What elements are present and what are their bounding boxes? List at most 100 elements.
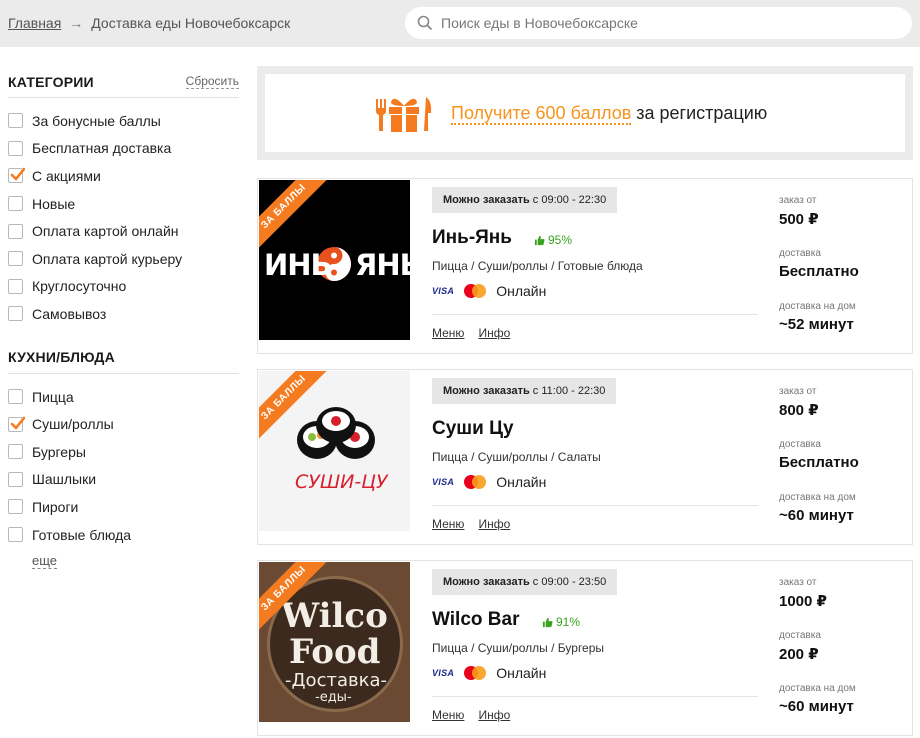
filter-label: Шашлыки: [32, 471, 97, 488]
filter-label: Бургеры: [32, 443, 86, 460]
restaurant-logo[interactable]: ИНЬ ЯНЬ ЗА БАЛЛЫ: [259, 180, 410, 340]
filter-option[interactable]: Бесплатная доставка: [8, 135, 239, 163]
info-link[interactable]: Инфо: [478, 517, 510, 531]
logo-line-1: Wilco: [281, 596, 388, 636]
restaurant-logo[interactable]: Wilco Food -Доставка- -еды- ЗА БАЛЛЫ: [259, 562, 410, 722]
filter-option[interactable]: Новые: [8, 190, 239, 218]
hours-value: с 09:00 - 22:30: [529, 194, 607, 206]
breadcrumb-home-link[interactable]: Главная: [8, 15, 61, 31]
logo-line-2: Food: [289, 632, 381, 672]
filter-option[interactable]: Пироги: [8, 493, 239, 521]
filter-option[interactable]: Готовые блюда: [8, 521, 239, 549]
promo-inner: Получите 600 баллов за регистрацию: [265, 74, 905, 152]
delivery-price: 200 ₽: [779, 646, 819, 663]
filter-option[interactable]: Самовывоз: [8, 300, 239, 328]
filter-label: Оплата картой онлайн: [32, 223, 179, 240]
menu-link[interactable]: Меню: [432, 708, 464, 722]
promo-text: Получите 600 баллов за регистрацию: [451, 102, 767, 125]
cuisines-title: КУХНИ/БЛЮДА: [8, 349, 115, 366]
filter-label: Круглосуточно: [32, 278, 127, 295]
checkbox-checked[interactable]: [8, 416, 25, 432]
delivery-time: ~60 минут: [779, 698, 854, 715]
filter-option[interactable]: Пицца: [8, 383, 239, 411]
delivery-time-label: доставка на дом: [779, 492, 856, 503]
filter-option[interactable]: Суши/роллы: [8, 410, 239, 438]
menu-link[interactable]: Меню: [432, 326, 464, 340]
delivery-time: ~60 минут: [779, 507, 854, 524]
payment-methods: VISA Онлайн: [432, 665, 546, 681]
restaurant-card[interactable]: СУШИ-ЦУ ЗА БАЛЛЫ Можно заказать с 11:00 …: [257, 369, 913, 545]
divider: [432, 505, 758, 506]
filter-label: За бонусные баллы: [32, 112, 161, 129]
info-link[interactable]: Инфо: [478, 708, 510, 722]
order-hours-badge: Можно заказать с 09:00 - 22:30: [432, 187, 618, 213]
cuisine-list: Пицца / Суши/роллы / Бургеры: [432, 641, 605, 655]
cuisine-list: Пицца / Суши/роллы / Готовые блюда: [432, 259, 643, 273]
restaurant-name[interactable]: Суши Цу: [432, 418, 514, 440]
rating-value: 95%: [548, 233, 573, 247]
logo-line-4: -еды-: [315, 690, 352, 705]
cuisines-list: Пицца Суши/роллы Бургеры Шашлыки Пироги Готов…: [8, 374, 239, 549]
checkbox-checked[interactable]: [8, 168, 25, 184]
breadcrumb-arrow: →: [69, 15, 84, 31]
checkbox[interactable]: [8, 196, 23, 212]
delivery-price: Бесплатно: [779, 263, 859, 280]
menu-link[interactable]: Меню: [432, 517, 464, 531]
rating: 91%: [542, 615, 580, 629]
checkbox[interactable]: [8, 389, 23, 405]
filter-option[interactable]: Круглосуточно: [8, 273, 239, 301]
sidebar: КАТЕГОРИИ Сбросить За бонусные баллы Бесп…: [8, 66, 239, 570]
filter-option[interactable]: Шашлыки: [8, 466, 239, 494]
filter-label: Новые: [32, 195, 76, 212]
cuisine-list: Пицца / Суши/роллы / Салаты: [432, 450, 601, 464]
logo-line-3: -Доставка-: [285, 670, 387, 691]
restaurant-card[interactable]: ИНЬ ЯНЬ ЗА БАЛЛЫ Можно заказать с 09:00 …: [257, 178, 913, 354]
divider: [432, 696, 758, 697]
filter-option[interactable]: Бургеры: [8, 438, 239, 466]
restaurant-card[interactable]: Wilco Food -Доставка- -еды- ЗА БАЛЛЫ Мож…: [257, 560, 913, 736]
restaurant-name[interactable]: Инь-Янь: [432, 227, 512, 249]
checkbox[interactable]: [8, 251, 23, 267]
search-input[interactable]: [441, 15, 881, 31]
top-bar: Главная → Доставка еды Новочебоксарск: [0, 0, 920, 47]
delivery-label: доставка: [779, 439, 821, 450]
min-order-label: заказ от: [779, 577, 817, 588]
min-order-value: 500 ₽: [779, 211, 819, 228]
promo-registration-link[interactable]: Получите 600 баллов: [451, 102, 632, 125]
min-order-label: заказ от: [779, 195, 817, 206]
order-hours-badge: Можно заказать с 11:00 - 22:30: [432, 378, 617, 404]
restaurant-logo[interactable]: СУШИ-ЦУ ЗА БАЛЛЫ: [259, 371, 410, 531]
min-order-value: 1000 ₽: [779, 593, 827, 610]
reset-filters-link[interactable]: Сбросить: [185, 74, 239, 89]
checkbox[interactable]: [8, 113, 23, 129]
order-hours-badge: Можно заказать с 09:00 - 23:50: [432, 569, 618, 595]
breadcrumb: Главная → Доставка еды Новочебоксарск: [8, 15, 290, 31]
checkbox[interactable]: [8, 499, 23, 515]
search-box[interactable]: [405, 7, 912, 39]
info-link[interactable]: Инфо: [478, 326, 510, 340]
more-cuisines-link[interactable]: еще: [32, 554, 58, 570]
filter-option[interactable]: С акциями: [8, 162, 239, 190]
checkbox[interactable]: [8, 306, 23, 322]
mastercard-icon: [464, 284, 487, 298]
checkbox[interactable]: [8, 140, 23, 156]
logo-text-left: ИНЬ: [264, 248, 333, 282]
checkbox[interactable]: [8, 223, 23, 239]
divider: [432, 314, 758, 315]
checkbox[interactable]: [8, 527, 23, 543]
logo-text: СУШИ-ЦУ: [295, 471, 388, 493]
search-icon: [417, 15, 433, 31]
rating: 95%: [534, 233, 572, 247]
hours-label: Можно заказать: [443, 385, 530, 397]
filter-option[interactable]: Оплата картой курьеру: [8, 245, 239, 273]
delivery-time-label: доставка на дом: [779, 301, 856, 312]
delivery-details: заказ от 800 ₽ доставка Бесплатно доставка…: [779, 386, 907, 545]
categories-list: За бонусные баллы Бесплатная доставка С ак…: [8, 98, 239, 328]
checkbox[interactable]: [8, 471, 23, 487]
checkbox[interactable]: [8, 444, 23, 460]
filter-option[interactable]: Оплата картой онлайн: [8, 217, 239, 245]
filter-option[interactable]: За бонусные баллы: [8, 107, 239, 135]
filter-label: Пироги: [32, 498, 79, 515]
restaurant-name[interactable]: Wilco Bar: [432, 609, 519, 631]
checkbox[interactable]: [8, 278, 23, 294]
